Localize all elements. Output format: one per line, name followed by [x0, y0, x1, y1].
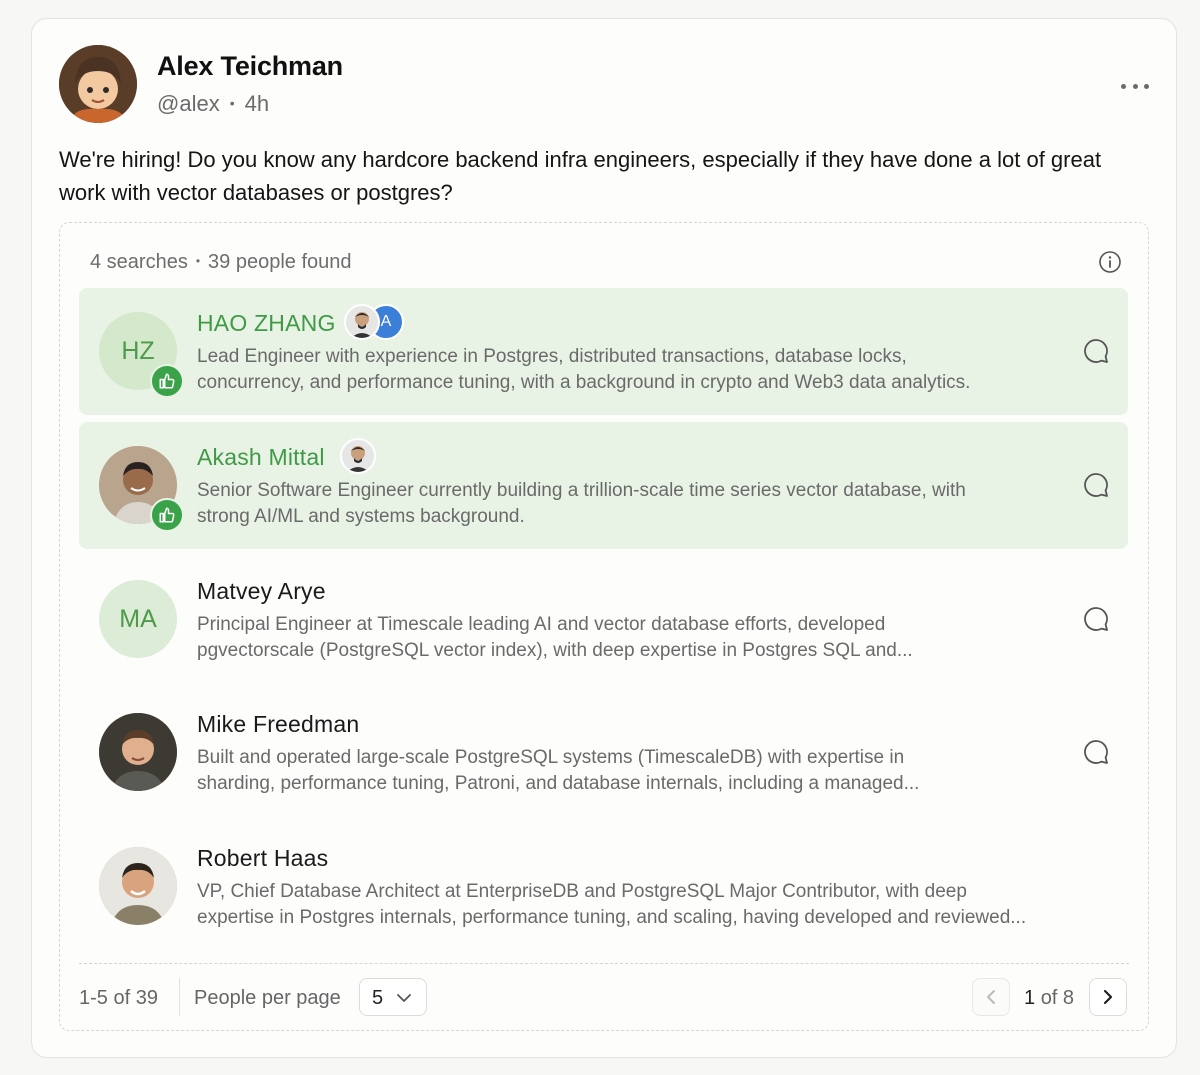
thumbs-up-icon	[159, 507, 175, 523]
person-name[interactable]: Mike Freedman	[197, 711, 359, 738]
person-row[interactable]: MA Matvey Arye Principal Engineer at Tim…	[79, 556, 1128, 683]
people-found-count: 39 people found	[208, 251, 352, 273]
author-handle[interactable]: @alex	[157, 91, 220, 116]
post-time: 4h	[244, 91, 270, 116]
current-page: 1	[1024, 987, 1036, 1009]
meta-separator: •	[229, 95, 235, 111]
page-indicator: 1 of 8	[1024, 987, 1074, 1010]
person-description: Lead Engineer with experience in Postgre…	[197, 346, 971, 393]
chevron-left-icon	[987, 990, 995, 1004]
like-badge[interactable]	[150, 498, 184, 532]
footer-divider-line	[79, 963, 1129, 964]
search-results-panel: 4 searches • 39 people found HZ HAO ZHANG …	[59, 222, 1149, 1031]
post-body: We're hiring! Do you know any hardcore b…	[59, 147, 1102, 205]
person-row[interactable]: Akash Mittal Senior Software Engineer cu…	[79, 422, 1128, 549]
author-meta: @alex • 4h	[157, 91, 269, 117]
person-name[interactable]: Matvey Arye	[197, 578, 326, 605]
author-name[interactable]: Alex Teichman	[157, 51, 343, 82]
more-options-button[interactable]	[1121, 79, 1149, 93]
chevron-right-icon	[1103, 989, 1113, 1005]
previous-page-button[interactable]	[972, 978, 1010, 1016]
person-name[interactable]: Robert Haas	[197, 845, 328, 872]
person-description: Principal Engineer at Timescale leading …	[197, 614, 913, 661]
info-icon[interactable]	[1098, 250, 1122, 274]
message-circle-icon[interactable]	[1082, 605, 1110, 633]
person-name[interactable]: Akash Mittal	[197, 444, 325, 471]
person-avatar	[99, 847, 177, 925]
post-header: Alex Teichman @alex • 4h	[59, 45, 1149, 127]
chevron-down-icon	[397, 994, 411, 1002]
message-circle-icon[interactable]	[1082, 337, 1110, 365]
person-avatar	[99, 713, 177, 791]
author-avatar[interactable]	[59, 45, 137, 123]
person-description: VP, Chief Database Architect at Enterpri…	[197, 881, 1027, 928]
message-circle-icon[interactable]	[1082, 471, 1110, 499]
person-name[interactable]: HAO ZHANG	[197, 310, 336, 337]
mini-avatar	[340, 438, 376, 474]
searches-count: 4 searches	[90, 251, 188, 273]
person-avatar: MA	[99, 580, 177, 658]
results-summary: 4 searches • 39 people found	[90, 251, 352, 274]
person-row[interactable]: HZ HAO ZHANG A Lead Engineer with experi…	[79, 288, 1128, 415]
results-range: 1-5 of 39	[79, 987, 158, 1009]
summary-separator: •	[195, 254, 201, 268]
mini-avatar	[344, 304, 380, 340]
post-card: Alex Teichman @alex • 4h We're hiring! Do …	[31, 18, 1177, 1058]
footer-divider	[179, 978, 180, 1016]
person-description: Senior Software Engineer currently build…	[197, 480, 966, 527]
per-page-value: 5	[372, 987, 384, 1009]
more-horizontal-icon	[1121, 83, 1126, 89]
person-row[interactable]: Robert Haas VP, Chief Database Architect…	[79, 823, 1128, 950]
person-row[interactable]: Mike Freedman Built and operated large-s…	[79, 689, 1128, 816]
next-page-button[interactable]	[1089, 978, 1127, 1016]
per-page-select[interactable]: 5	[359, 978, 427, 1016]
thumbs-up-icon	[159, 373, 175, 389]
per-page-label: People per page	[194, 987, 341, 1009]
total-pages: of 8	[1040, 987, 1075, 1009]
person-description: Built and operated large-scale PostgreSQ…	[197, 747, 920, 794]
message-circle-icon[interactable]	[1082, 738, 1110, 766]
like-badge[interactable]	[150, 364, 184, 398]
